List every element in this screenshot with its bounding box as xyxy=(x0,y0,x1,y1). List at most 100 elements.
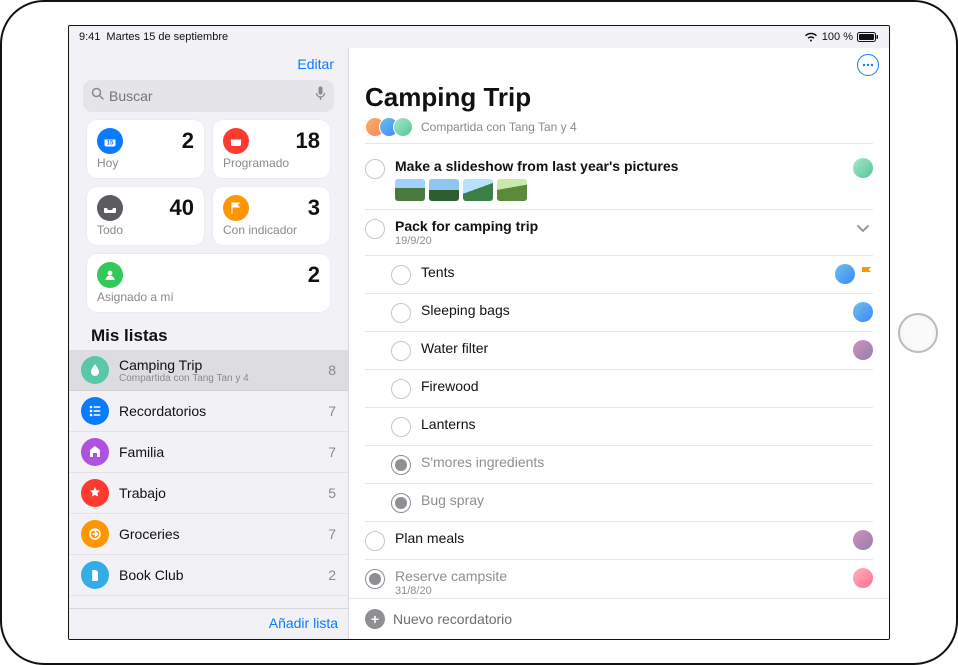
reminder-row[interactable]: Reserve campsite31/8/20 xyxy=(365,560,873,598)
reminder-row[interactable]: Bug spray xyxy=(365,484,873,522)
list-row[interactable]: Camping TripCompartida con Tang Tan y 48 xyxy=(69,350,348,391)
list-icon xyxy=(81,520,109,548)
list-count: 8 xyxy=(328,362,336,378)
reminder-title: Water filter xyxy=(421,340,843,356)
list-icon xyxy=(81,479,109,507)
completion-checkbox[interactable] xyxy=(391,417,411,437)
main-toolbar xyxy=(349,48,889,82)
reminder-row[interactable]: Plan meals xyxy=(365,522,873,560)
wifi-icon xyxy=(804,32,818,42)
reminder-row[interactable]: Lanterns xyxy=(365,408,873,446)
flag-icon xyxy=(861,266,873,283)
svg-text:15: 15 xyxy=(107,141,114,147)
reminder-row[interactable]: Sleeping bags xyxy=(365,294,873,332)
reminder-date: 19/9/20 xyxy=(395,235,843,247)
list-count: 5 xyxy=(328,485,336,501)
smart-flagged-count: 3 xyxy=(308,195,320,221)
mic-icon[interactable] xyxy=(315,86,326,106)
reminder-row[interactable]: Water filter xyxy=(365,332,873,370)
list-row[interactable]: Recordatorios7 xyxy=(69,391,348,432)
completion-checkbox[interactable] xyxy=(391,493,411,513)
completion-checkbox[interactable] xyxy=(365,531,385,551)
list-row[interactable]: Trabajo 5 xyxy=(69,473,348,514)
thumbnail[interactable] xyxy=(463,179,493,201)
shared-with-row[interactable]: Compartida con Tang Tan y 4 xyxy=(365,117,873,144)
reminder-row[interactable]: S'mores ingredients xyxy=(365,446,873,484)
smart-flagged-label: Con indicador xyxy=(223,223,320,237)
list-name: Book Club xyxy=(119,567,318,583)
assignee-avatar xyxy=(853,302,873,322)
reminder-accessories xyxy=(853,302,873,322)
search-input[interactable] xyxy=(109,88,315,104)
list-icon xyxy=(81,438,109,466)
list-row[interactable]: Groceries7 xyxy=(69,514,348,555)
completion-checkbox[interactable] xyxy=(391,455,411,475)
smart-today[interactable]: 15 2 Hoy xyxy=(87,120,204,178)
list-icon xyxy=(81,356,109,384)
smart-assigned-label: Asignado a mí xyxy=(97,290,320,304)
status-bar: 9:41 Martes 15 de septiembre 100 % xyxy=(69,26,889,48)
reminder-date: 31/8/20 xyxy=(395,585,843,597)
new-reminder-button[interactable]: + Nuevo recordatorio xyxy=(349,598,889,639)
reminder-row[interactable]: Pack for camping trip19/9/20 xyxy=(365,210,873,256)
completion-checkbox[interactable] xyxy=(365,569,385,589)
smart-scheduled-label: Programado xyxy=(223,156,320,170)
reminder-row[interactable]: Firewood xyxy=(365,370,873,408)
attachment-thumbnails[interactable] xyxy=(395,179,843,201)
list-name: Familia xyxy=(119,444,318,460)
completion-checkbox[interactable] xyxy=(391,303,411,323)
more-button[interactable] xyxy=(857,54,879,76)
tray-icon xyxy=(97,195,123,221)
list-row[interactable]: Familia7 xyxy=(69,432,348,473)
status-time: 9:41 xyxy=(79,31,100,43)
app-root: Editar xyxy=(69,48,889,639)
reminders-list[interactable]: Make a slideshow from last year's pictur… xyxy=(349,150,889,598)
smart-assigned[interactable]: 2 Asignado a mí xyxy=(87,254,330,312)
smart-flagged[interactable]: 3 Con indicador xyxy=(213,187,330,245)
completion-checkbox[interactable] xyxy=(391,265,411,285)
thumbnail[interactable] xyxy=(429,179,459,201)
list-name: Recordatorios xyxy=(119,403,318,419)
completion-checkbox[interactable] xyxy=(365,219,385,239)
battery-text: 100 % xyxy=(822,31,853,43)
reminder-accessories xyxy=(853,568,873,588)
calendar-icon xyxy=(223,128,249,154)
chevron-down-icon[interactable] xyxy=(853,218,873,238)
avatar-stack xyxy=(365,117,413,137)
completion-checkbox[interactable] xyxy=(391,379,411,399)
reminder-row[interactable]: Make a slideshow from last year's pictur… xyxy=(365,150,873,210)
thumbnail[interactable] xyxy=(395,179,425,201)
device-side-button xyxy=(0,318,2,348)
search-icon xyxy=(91,87,104,105)
reminder-title: Sleeping bags xyxy=(421,302,843,318)
thumbnail[interactable] xyxy=(497,179,527,201)
completion-checkbox[interactable] xyxy=(365,159,385,179)
ipad-frame: 9:41 Martes 15 de septiembre 100 % Edita… xyxy=(0,0,958,665)
edit-button[interactable]: Editar xyxy=(291,52,340,76)
reminder-accessories xyxy=(853,218,873,238)
reminder-title: Pack for camping trip xyxy=(395,218,843,234)
assignee-avatar xyxy=(853,568,873,588)
status-date: Martes 15 de septiembre xyxy=(106,31,228,43)
list-icon xyxy=(81,397,109,425)
list-title: Camping Trip xyxy=(365,82,873,113)
list-name: Groceries xyxy=(119,526,318,542)
smart-lists-grid: 15 2 Hoy 18 xyxy=(77,120,340,312)
completion-checkbox[interactable] xyxy=(391,341,411,361)
home-button[interactable] xyxy=(898,313,938,353)
assignee-avatar xyxy=(853,158,873,178)
list-row[interactable]: Book Club2 xyxy=(69,555,348,596)
reminder-accessories xyxy=(853,158,873,178)
list-name: Trabajo xyxy=(119,485,318,501)
search-field[interactable] xyxy=(83,80,334,112)
smart-all[interactable]: 40 Todo xyxy=(87,187,204,245)
assignee-avatar xyxy=(835,264,855,284)
add-list-button[interactable]: Añadir lista xyxy=(269,615,338,631)
flag-icon xyxy=(223,195,249,221)
my-lists-header: Mis listas xyxy=(77,312,340,350)
reminder-row[interactable]: Tents xyxy=(365,256,873,294)
reminder-title: S'mores ingredients xyxy=(421,454,863,470)
smart-scheduled[interactable]: 18 Programado xyxy=(213,120,330,178)
reminder-title: Plan meals xyxy=(395,530,843,546)
reminder-title: Reserve campsite xyxy=(395,568,843,584)
